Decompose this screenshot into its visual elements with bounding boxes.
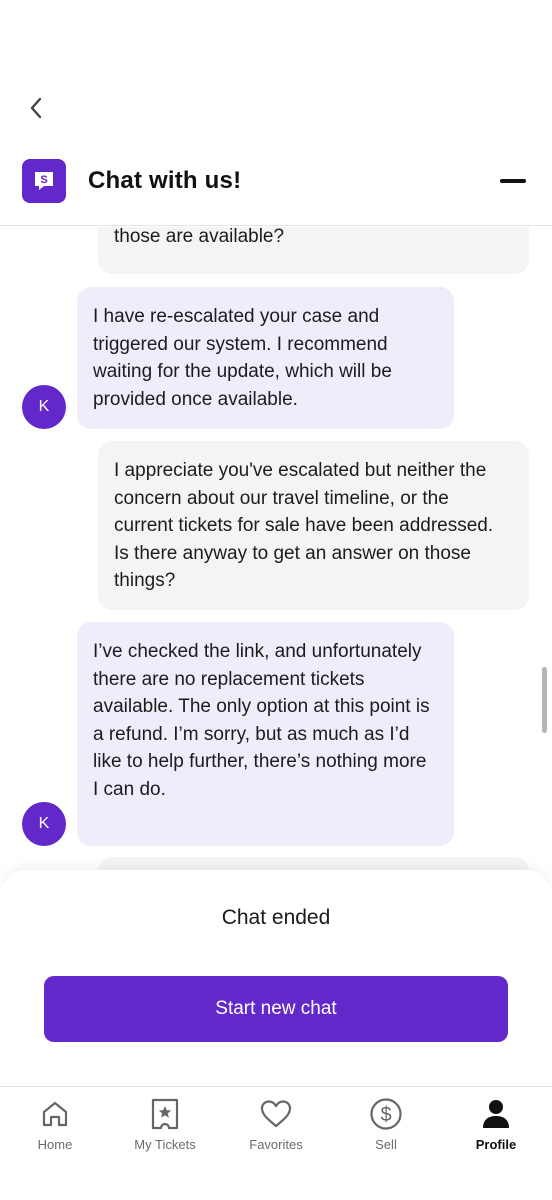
start-new-chat-button[interactable]: Start new chat: [44, 976, 508, 1042]
home-icon: [38, 1097, 72, 1131]
nav-label: Home: [37, 1137, 73, 1152]
dollar-icon: $: [369, 1097, 403, 1131]
chat-header: S Chat with us!: [0, 152, 552, 226]
person-icon: [479, 1097, 513, 1131]
nav-item-sell[interactable]: $ Sell: [331, 1097, 441, 1157]
svg-text:$: $: [380, 1104, 391, 1126]
nav-item-home[interactable]: Home: [0, 1097, 110, 1157]
agent-avatar: K: [22, 385, 66, 429]
nav-item-my-tickets[interactable]: My Tickets: [110, 1097, 220, 1157]
nav-item-favorites[interactable]: Favorites: [221, 1097, 331, 1157]
scrollbar[interactable]: [542, 667, 547, 733]
minimize-button[interactable]: [500, 179, 526, 183]
agent-message: I have re-escalated your case and trigge…: [77, 287, 454, 429]
nav-item-profile[interactable]: Profile: [441, 1097, 551, 1157]
nav-label: Sell: [375, 1137, 397, 1152]
message-list[interactable]: ngs and your those are available? I have…: [0, 227, 552, 877]
agent-message: I’ve checked the link, and unfortunately…: [77, 622, 454, 846]
chat-ended-label: Chat ended: [221, 906, 331, 929]
ticket-icon: [148, 1097, 182, 1131]
user-message: ngs and your those are available?: [98, 227, 529, 274]
chat-title: Chat with us!: [88, 167, 242, 194]
brand-logo: S: [22, 159, 66, 203]
bottom-nav: Home My Tickets Favorites $ Sell Profile: [0, 1086, 552, 1200]
nav-label: Profile: [475, 1137, 517, 1152]
svg-text:S: S: [40, 174, 47, 186]
heart-icon: [259, 1097, 293, 1131]
chevron-left-icon: [30, 97, 42, 119]
nav-label: Favorites: [249, 1137, 303, 1152]
chat-logo-icon: S: [35, 172, 53, 190]
user-message: I appreciate you've escalated but neithe…: [98, 441, 529, 610]
nav-label: My Tickets: [134, 1137, 196, 1152]
agent-avatar: K: [22, 802, 66, 846]
chat-ended-panel: Chat ended Start new chat: [0, 870, 552, 1086]
back-button[interactable]: [22, 94, 50, 122]
